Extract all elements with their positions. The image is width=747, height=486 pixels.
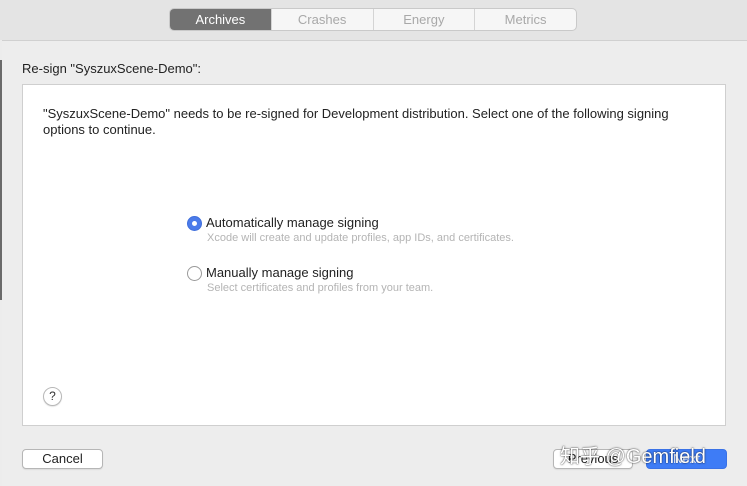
content-panel: "SyszuxScene-Demo" needs to be re-signed… <box>22 84 726 426</box>
option-label: Manually manage signing <box>206 265 354 280</box>
radio-unselected-icon[interactable] <box>187 266 202 281</box>
toolbar: Archives Crashes Energy Metrics <box>0 0 747 40</box>
help-button[interactable]: ? <box>43 387 62 406</box>
tab-metrics[interactable]: Metrics <box>474 9 576 30</box>
sheet-heading: Re-sign "SyszuxScene-Demo": <box>22 61 202 76</box>
radio-selected-icon[interactable] <box>187 216 202 231</box>
option-sublabel: Xcode will create and update profiles, a… <box>207 232 514 244</box>
tab-energy[interactable]: Energy <box>372 9 475 30</box>
option-label: Automatically manage signing <box>206 215 379 230</box>
next-button[interactable]: Next <box>646 449 727 469</box>
option-sublabel: Select certificates and profiles from yo… <box>207 282 434 294</box>
cancel-button[interactable]: Cancel <box>22 449 103 469</box>
segmented-control: Archives Crashes Energy Metrics <box>169 8 577 31</box>
tab-crashes[interactable]: Crashes <box>270 9 373 30</box>
previous-button[interactable]: Previous <box>553 449 633 469</box>
tab-archives[interactable]: Archives <box>170 9 271 30</box>
description-text: "SyszuxScene-Demo" needs to be re-signed… <box>43 106 669 137</box>
